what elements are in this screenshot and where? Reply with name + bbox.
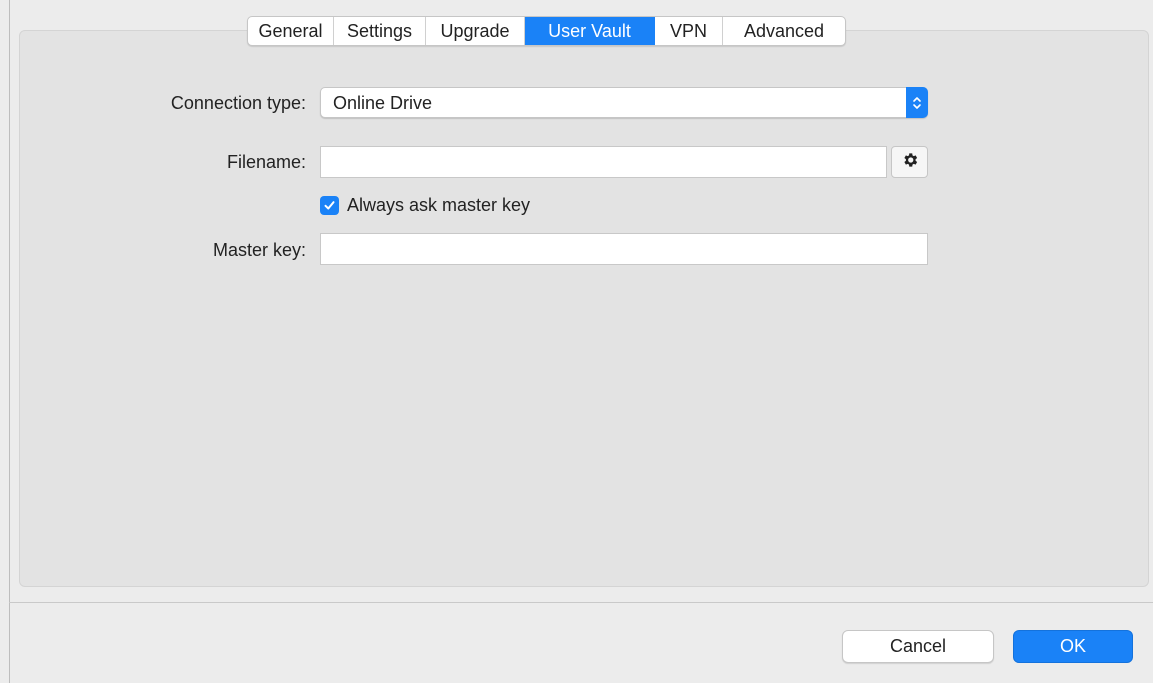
tab-settings[interactable]: Settings bbox=[334, 17, 426, 45]
filename-input[interactable] bbox=[320, 146, 887, 178]
checkmark-icon[interactable] bbox=[320, 196, 339, 215]
connection-type-label: Connection type: bbox=[170, 93, 306, 113]
tab-bar: General Settings Upgrade User Vault VPN … bbox=[247, 16, 846, 46]
ok-button[interactable]: OK bbox=[1013, 630, 1133, 663]
always-ask-master-key-checkbox[interactable]: Always ask master key bbox=[320, 195, 530, 216]
connection-type-value: Online Drive bbox=[333, 93, 433, 113]
connection-type-select[interactable]: Online Drive bbox=[320, 87, 928, 118]
tab-vpn[interactable]: VPN bbox=[655, 17, 723, 45]
gear-icon bbox=[901, 151, 919, 174]
always-ask-master-key-label: Always ask master key bbox=[347, 195, 531, 215]
chevron-updown-icon bbox=[906, 87, 928, 118]
cancel-button[interactable]: Cancel bbox=[842, 630, 994, 663]
filename-settings-button[interactable] bbox=[891, 146, 928, 178]
tab-general[interactable]: General bbox=[248, 17, 334, 45]
footer-divider bbox=[9, 602, 1153, 603]
master-key-label: Master key: bbox=[212, 240, 306, 260]
filename-label: Filename: bbox=[226, 152, 306, 172]
tab-user-vault[interactable]: User Vault bbox=[525, 17, 655, 45]
tab-upgrade[interactable]: Upgrade bbox=[426, 17, 525, 45]
tab-advanced[interactable]: Advanced bbox=[723, 17, 845, 45]
master-key-input[interactable] bbox=[320, 233, 928, 265]
